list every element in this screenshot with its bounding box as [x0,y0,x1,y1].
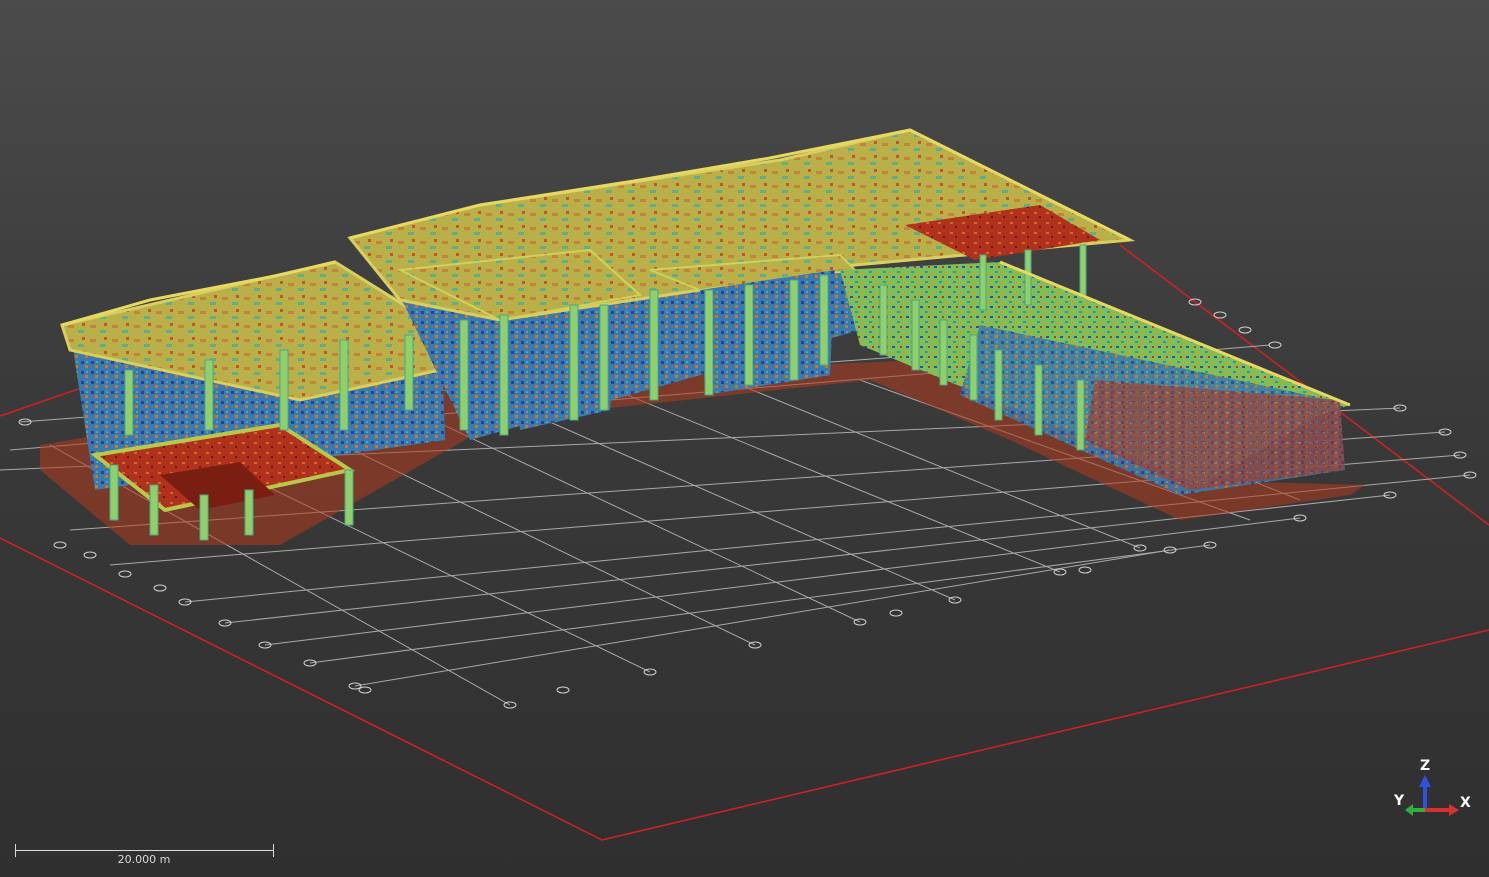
axis-arrows [1405,775,1459,816]
scale-line [15,850,273,851]
x-axis-label: X [1460,795,1471,811]
scale-tick-right [273,844,274,857]
point-cloud-scene[interactable] [0,0,1489,877]
axis-triad-icon: Z Y X [1385,755,1485,825]
z-axis-label: Z [1420,758,1431,774]
scale-bar: 20.000 m [15,843,275,873]
scale-label: 20.000 m [117,853,171,866]
building-point-cloud[interactable] [40,128,1365,545]
3d-viewport[interactable]: 20.000 m Z Y X [0,0,1489,877]
y-axis-label: Y [1394,793,1405,809]
